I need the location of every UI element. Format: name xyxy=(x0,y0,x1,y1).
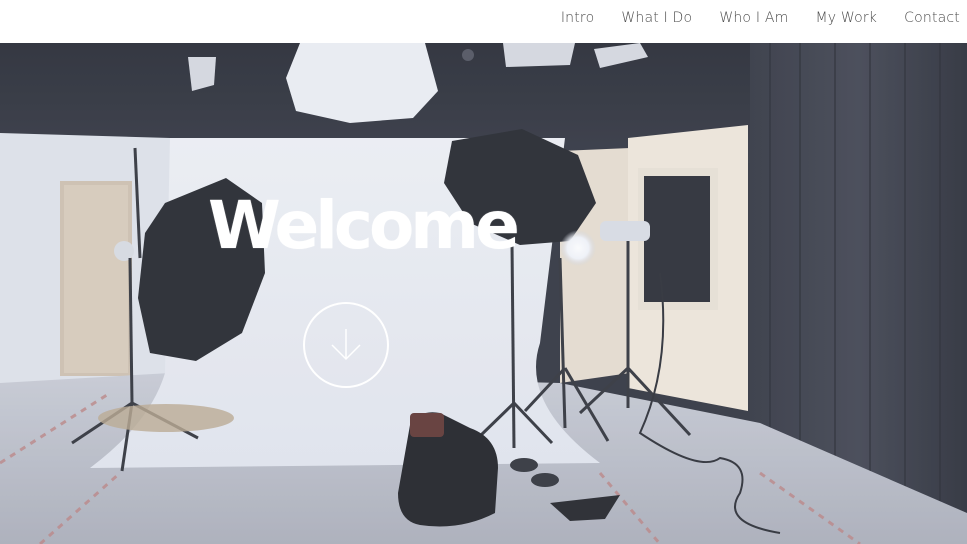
hero-section: Welcome xyxy=(0,43,967,544)
nav-link-intro[interactable]: Intro xyxy=(541,10,602,26)
nav-link-my-work[interactable]: My Work xyxy=(795,10,884,26)
top-nav-bar: Intro What I Do Who I Am My Work Contact xyxy=(0,0,967,43)
scroll-down-button[interactable] xyxy=(303,302,389,388)
hero-title: Welcome xyxy=(208,187,520,264)
nav-link-who-i-am[interactable]: Who I Am xyxy=(699,10,795,26)
photo-studio-background-image xyxy=(0,43,967,544)
nav-link-what-i-do[interactable]: What I Do xyxy=(601,10,699,26)
arrow-down-icon xyxy=(331,329,361,361)
nav-link-contact[interactable]: Contact xyxy=(884,10,967,26)
main-nav: Intro What I Do Who I Am My Work Contact xyxy=(541,0,967,36)
